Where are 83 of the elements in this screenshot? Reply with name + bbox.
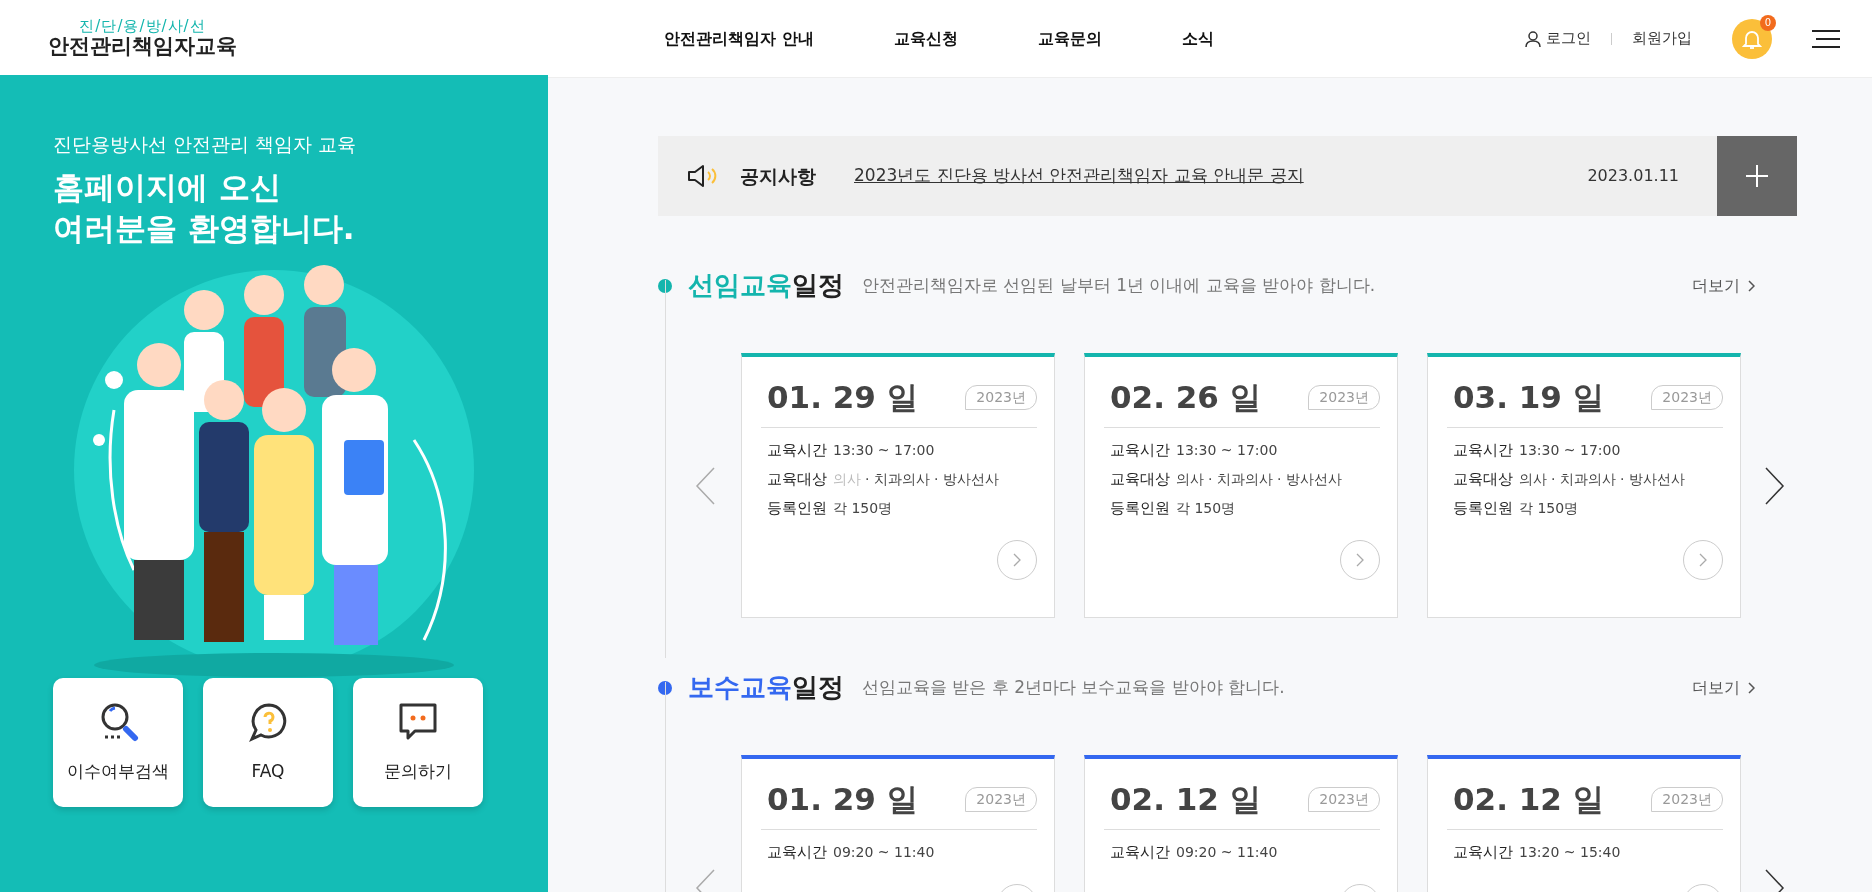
target-label: 의사 — [1519, 470, 1547, 489]
info-label: 교육시간 — [1453, 440, 1514, 462]
plus-icon — [1746, 165, 1768, 187]
more-link[interactable]: 더보기 — [1692, 675, 1755, 700]
info-value: 13:20 ~ 15:40 — [1519, 843, 1621, 862]
info-label: 교육대상 — [767, 469, 828, 491]
signup-link[interactable]: 회원가입 — [1632, 27, 1692, 50]
chevron-right-icon — [1699, 553, 1707, 567]
login-link[interactable]: 로그인 — [1524, 27, 1591, 50]
menu-icon — [1812, 28, 1840, 49]
hero-subtitle: 진단용방사선 안전관리 책임자 교육 — [53, 132, 358, 157]
quick-link-button[interactable]: 이수여부검색 — [53, 678, 183, 808]
info-value: 13:30 ~ 17:00 — [1519, 441, 1621, 460]
info-label: 등록인원 — [1453, 498, 1514, 520]
nav-link[interactable]: 교육신청 — [893, 26, 958, 51]
info-label: 교육대상 — [1110, 469, 1171, 491]
section-title: 선임교육일정 — [688, 269, 844, 302]
info-value: 13:30 ~ 17:00 — [1176, 441, 1278, 460]
info-label: 등록인원 — [1110, 498, 1171, 520]
user-icon — [1524, 29, 1542, 48]
info-value: 09:20 ~ 11:40 — [833, 843, 935, 862]
year-tag: 2023년 — [1308, 384, 1380, 410]
section-description: 선임교육을 받은 후 2년마다 보수교육을 받아야 합니다. — [862, 675, 1285, 699]
chevron-right-icon — [1748, 681, 1755, 694]
year-tag: 2023년 — [1308, 786, 1380, 812]
quick-link-button[interactable]: FAQ — [203, 678, 333, 808]
notice-heading: 공지사항 — [740, 163, 816, 189]
go-button[interactable] — [997, 540, 1037, 580]
target-label: · 치과의사 — [865, 470, 930, 489]
section-description: 안전관리책임자로 선임된 날부터 1년 이내에 교육을 받아야 합니다. — [862, 273, 1376, 297]
target-label: · 치과의사 — [1208, 470, 1273, 489]
schedule-date: 01. 29 일 — [767, 780, 918, 819]
year-tag: 2023년 — [1651, 384, 1723, 410]
info-value: 각 150명 — [833, 499, 893, 518]
info-label: 교육시간 — [1110, 440, 1171, 462]
target-label: · 방사선사 — [1619, 470, 1685, 489]
quick-link-button[interactable]: 문의하기 — [353, 678, 483, 808]
info-label: 교육대상 — [1453, 469, 1514, 491]
hero-title: 홈페이지에 오신 여러분을 환영합니다. — [53, 167, 356, 249]
nav-link[interactable]: 소식 — [1181, 26, 1214, 51]
target-label: · 치과의사 — [1551, 470, 1616, 489]
chevron-right-icon — [1748, 279, 1755, 292]
info-label: 등록인원 — [767, 498, 828, 520]
chevron-right-icon — [1356, 553, 1364, 567]
year-tag: 2023년 — [965, 786, 1037, 812]
notification-count: 0 — [1760, 14, 1776, 31]
target-label: 의사 — [1176, 470, 1204, 489]
year-tag: 2023년 — [1651, 786, 1723, 812]
more-notices-button[interactable] — [1717, 136, 1797, 216]
go-button[interactable] — [1340, 540, 1380, 580]
speaker-icon — [686, 163, 718, 189]
next-arrow-button[interactable] — [1765, 466, 1785, 505]
chevron-right-icon — [1765, 466, 1785, 505]
go-button[interactable] — [1683, 540, 1723, 580]
target-label: · 방사선사 — [933, 470, 999, 489]
schedule-date: 02. 12 일 — [1453, 780, 1604, 819]
info-value: 각 150명 — [1519, 499, 1579, 518]
previous-arrow-button[interactable] — [695, 466, 715, 505]
nav-link[interactable]: 안전관리책임자 안내 — [664, 26, 814, 51]
info-value: 13:30 ~ 17:00 — [833, 441, 935, 460]
info-label: 교육시간 — [1110, 842, 1171, 864]
menu-button[interactable] — [1812, 28, 1840, 49]
nav-link[interactable]: 교육문의 — [1037, 26, 1102, 51]
info-label: 교육시간 — [767, 842, 828, 864]
logo-subtitle: 진/단/용/방/사/선 — [79, 17, 206, 35]
logo-title[interactable]: 안전관리책임자교육 — [48, 34, 237, 60]
schedule-date: 01. 29 일 — [767, 378, 918, 417]
chevron-right-icon — [1013, 553, 1021, 567]
info-value: 09:20 ~ 11:40 — [1176, 843, 1278, 862]
notice-link[interactable]: 2023년도 진단용 방사선 안전관리책임자 교육 안내문 공지 — [854, 163, 1304, 189]
year-tag: 2023년 — [965, 384, 1037, 410]
info-value: 각 150명 — [1176, 499, 1236, 518]
schedule-date: 02. 12 일 — [1110, 780, 1261, 819]
chevron-left-icon — [695, 466, 715, 505]
info-label: 교육시간 — [1453, 842, 1514, 864]
schedule-date: 03. 19 일 — [1453, 378, 1604, 417]
info-label: 교육시간 — [767, 440, 828, 462]
more-link[interactable]: 더보기 — [1692, 273, 1755, 298]
target-label: · 방사선사 — [1276, 470, 1342, 489]
target-label: 의사 — [833, 470, 861, 489]
section-title: 보수교육일정 — [688, 671, 844, 704]
schedule-date: 02. 26 일 — [1110, 378, 1261, 417]
notice-date: 2023.01.11 — [1587, 165, 1679, 187]
